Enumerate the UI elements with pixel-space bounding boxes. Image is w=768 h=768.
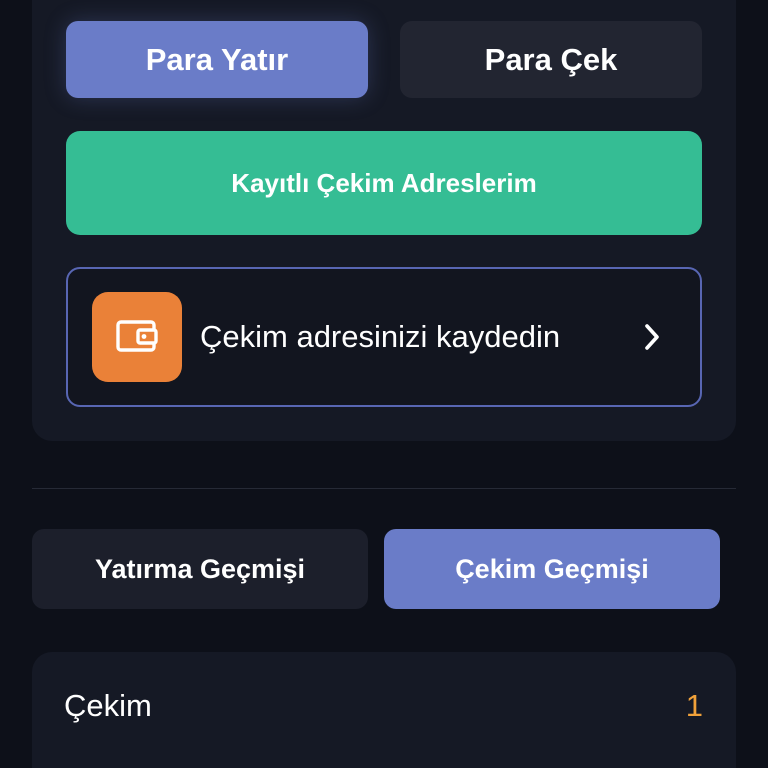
chevron-right-icon bbox=[642, 322, 662, 352]
history-list-card: Çekim 1 bbox=[32, 652, 736, 768]
list-item-label: Çekim bbox=[64, 688, 152, 723]
tab-deposit-history[interactable]: Yatırma Geçmişi bbox=[32, 529, 368, 609]
withdraw-button-label: Para Çek bbox=[484, 41, 618, 77]
withdraw-button[interactable]: Para Çek bbox=[400, 21, 702, 98]
wallet-icon bbox=[116, 320, 158, 352]
saved-addresses-label: Kayıtlı Çekim Adreslerim bbox=[231, 167, 537, 198]
saved-addresses-button[interactable]: Kayıtlı Çekim Adreslerim bbox=[66, 131, 702, 235]
save-address-label: Çekim adresinizi kaydedin bbox=[200, 319, 561, 354]
deposit-button-label: Para Yatır bbox=[145, 41, 289, 77]
list-item[interactable]: Çekim 1 bbox=[32, 674, 736, 738]
save-address-row[interactable]: Çekim adresinizi kaydedin bbox=[66, 267, 702, 407]
deposit-button[interactable]: Para Yatır bbox=[66, 21, 368, 98]
section-divider bbox=[32, 488, 736, 489]
page: Para Yatır Para Çek Kayıtlı Çekim Adresl… bbox=[0, 0, 768, 768]
tab-withdraw-history-label: Çekim Geçmişi bbox=[455, 553, 649, 584]
tab-deposit-history-label: Yatırma Geçmişi bbox=[94, 553, 306, 584]
wallet-icon-container bbox=[92, 292, 182, 382]
list-item-count: 1 bbox=[685, 688, 703, 723]
tab-withdraw-history[interactable]: Çekim Geçmişi bbox=[384, 529, 720, 609]
